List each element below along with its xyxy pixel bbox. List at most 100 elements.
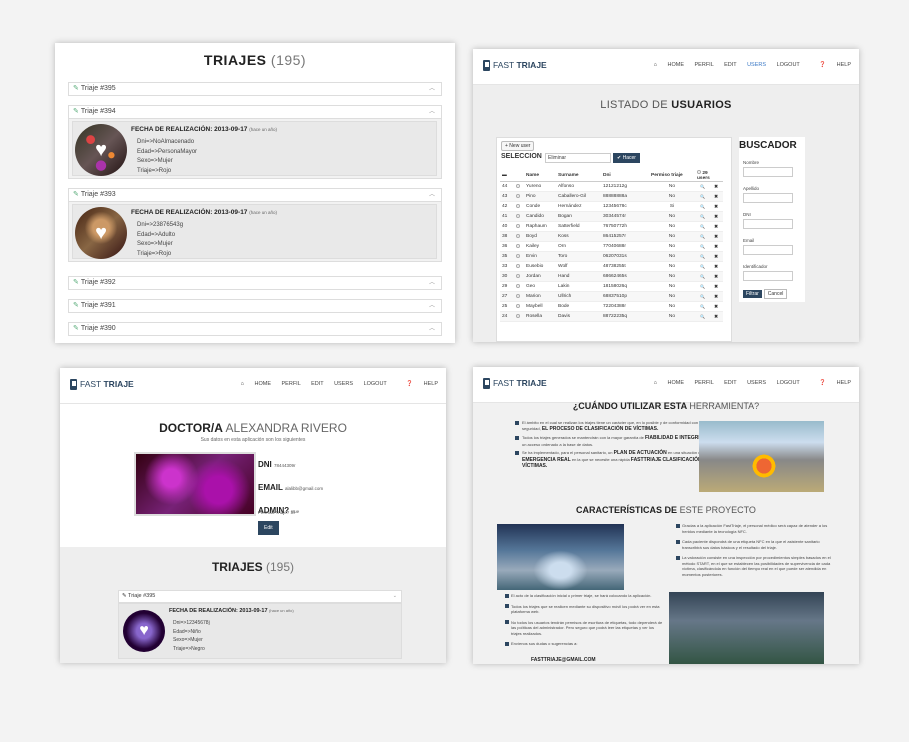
view-icon[interactable]: 🔍 [700,234,705,239]
identificador-input[interactable] [743,271,793,281]
row-radio[interactable] [514,181,524,192]
triaje-item-395[interactable]: ✎ Triaje #395 ︿ [68,82,442,96]
row-radio[interactable] [514,301,524,312]
nav-edit[interactable]: EDIT [311,381,323,387]
nombre-input[interactable] [743,167,793,177]
delete-icon[interactable]: ✖ [714,245,718,250]
row-radio[interactable] [514,241,524,252]
table-row[interactable]: 43 Pino Caballero-Gil 88888888a No 🔍 ✖ [500,191,723,202]
nav-home[interactable]: ⌂ HOME [645,62,684,68]
table-row[interactable]: 44 Yureno Alfonso 12121212g No 🔍 ✖ [500,181,723,192]
triaje-item-391[interactable]: ✎ Triaje #391 ︿ [68,299,442,313]
radio-icon[interactable] [516,293,520,298]
apellido-input[interactable] [743,193,793,203]
row-radio[interactable] [514,291,524,302]
contact-email[interactable]: FASTTRIAJE@GMAIL.COM [531,657,596,663]
table-row[interactable]: 41 Candido Bogan 30344574r No 🔍 ✖ [500,211,723,222]
triaje-item-394[interactable]: ✎ Triaje #394 ︿ [68,105,442,119]
nav-users[interactable]: USERS [747,380,766,386]
radio-icon[interactable] [516,203,520,208]
radio-icon[interactable] [516,233,520,238]
delete-icon[interactable]: ✖ [714,215,718,220]
col-name[interactable]: Name [524,170,556,182]
radio-icon[interactable] [516,283,520,288]
dni-input[interactable] [743,219,793,229]
table-row[interactable]: 29 Geo Lakin 18158026q No 🔍 ✖ [500,281,723,292]
table-row[interactable]: 35 Ervin Toro 06207031s No 🔍 ✖ [500,251,723,262]
nav-help[interactable]: ❓ HELP [810,62,851,68]
view-icon[interactable]: 🔍 [700,244,705,249]
table-row[interactable]: 27 Marion Ullrich 68837510p No 🔍 ✖ [500,291,723,302]
delete-icon[interactable]: ✖ [714,265,718,270]
view-icon[interactable]: 🔍 [700,314,705,319]
radio-icon[interactable] [697,170,701,174]
triaje-item-395[interactable]: ✎ Triaje #395 ⌄ [118,590,402,603]
delete-icon[interactable]: ✖ [714,185,718,190]
nav-help[interactable]: ❓ HELP [397,381,438,387]
view-icon[interactable]: 🔍 [700,294,705,299]
view-icon[interactable]: 🔍 [700,204,705,209]
radio-icon[interactable] [516,263,520,268]
email-input[interactable] [743,245,793,255]
view-icon[interactable]: 🔍 [700,304,705,309]
row-radio[interactable] [514,251,524,262]
view-icon[interactable]: 🔍 [700,274,705,279]
table-row[interactable]: 30 Jordan Hand 68662465s No 🔍 ✖ [500,271,723,282]
table-row[interactable]: 25 Maybell Bode 72204388r No 🔍 ✖ [500,301,723,312]
edit-button[interactable]: Edit [258,521,279,535]
row-radio[interactable] [514,281,524,292]
triaje-item-393[interactable]: ✎ Triaje #393 ︿ [68,188,442,202]
delete-icon[interactable]: ✖ [714,305,718,310]
table-row[interactable]: 42 Conde Hernández 12345678c Si 🔍 ✖ [500,201,723,212]
delete-icon[interactable]: ✖ [714,285,718,290]
row-radio[interactable] [514,231,524,242]
radio-icon[interactable] [516,183,520,188]
view-icon[interactable]: 🔍 [700,224,705,229]
col-permiso[interactable]: Permiso triaje [649,170,695,182]
nav-logout[interactable]: LOGOUT [364,381,387,387]
col-dni[interactable]: Dni [601,170,649,182]
action-select[interactable]: Eliminar [545,153,611,163]
nav-home[interactable]: ⌂ HOME [645,380,684,386]
view-icon[interactable]: 🔍 [700,264,705,269]
radio-icon[interactable] [516,303,520,308]
cancel-button[interactable]: Cancel [763,289,788,299]
nav-perfil[interactable]: PERFIL [695,380,714,386]
new-user-button[interactable]: + New user [501,141,535,151]
view-icon[interactable]: 🔍 [700,194,705,199]
table-row[interactable]: 24 Rosella Davis 88722235q No 🔍 ✖ [500,311,723,322]
nav-logout[interactable]: LOGOUT [777,62,800,68]
radio-icon[interactable] [516,313,520,318]
nav-logout[interactable]: LOGOUT [777,380,800,386]
row-radio[interactable] [514,201,524,212]
row-radio[interactable] [514,261,524,272]
delete-icon[interactable]: ✖ [714,235,718,240]
radio-icon[interactable] [516,213,520,218]
radio-icon[interactable] [516,243,520,248]
delete-icon[interactable]: ✖ [714,275,718,280]
filtrar-button[interactable]: Filtrar [743,290,762,298]
nav-edit[interactable]: EDIT [724,380,736,386]
row-radio[interactable] [514,191,524,202]
table-row[interactable]: 36 Kailey Orn 77040688r No 🔍 ✖ [500,241,723,252]
radio-icon[interactable] [516,193,520,198]
brand-logo[interactable]: FAST TRIAJE [483,60,547,72]
view-icon[interactable]: 🔍 [700,254,705,259]
view-icon[interactable]: 🔍 [700,214,705,219]
radio-icon[interactable] [516,273,520,278]
nav-edit[interactable]: EDIT [724,62,736,68]
triaje-item-390[interactable]: ✎ Triaje #390 ︿ [68,322,442,336]
nav-home[interactable]: ⌂ HOME [232,381,271,387]
table-row[interactable]: 40 Raphaum Satterfield 76750772h No 🔍 ✖ [500,221,723,232]
nav-help[interactable]: ❓ HELP [810,380,851,386]
row-radio[interactable] [514,221,524,232]
nav-users[interactable]: USERS [334,381,353,387]
delete-icon[interactable]: ✖ [714,205,718,210]
row-radio[interactable] [514,311,524,322]
table-row[interactable]: 33 Eusebio Wolf 48738255t No 🔍 ✖ [500,261,723,272]
radio-icon[interactable] [516,253,520,258]
table-row[interactable]: 38 Boyd Koss 86415257r No 🔍 ✖ [500,231,723,242]
col-surname[interactable]: Surname [556,170,601,182]
delete-icon[interactable]: ✖ [714,255,718,260]
row-radio[interactable] [514,271,524,282]
